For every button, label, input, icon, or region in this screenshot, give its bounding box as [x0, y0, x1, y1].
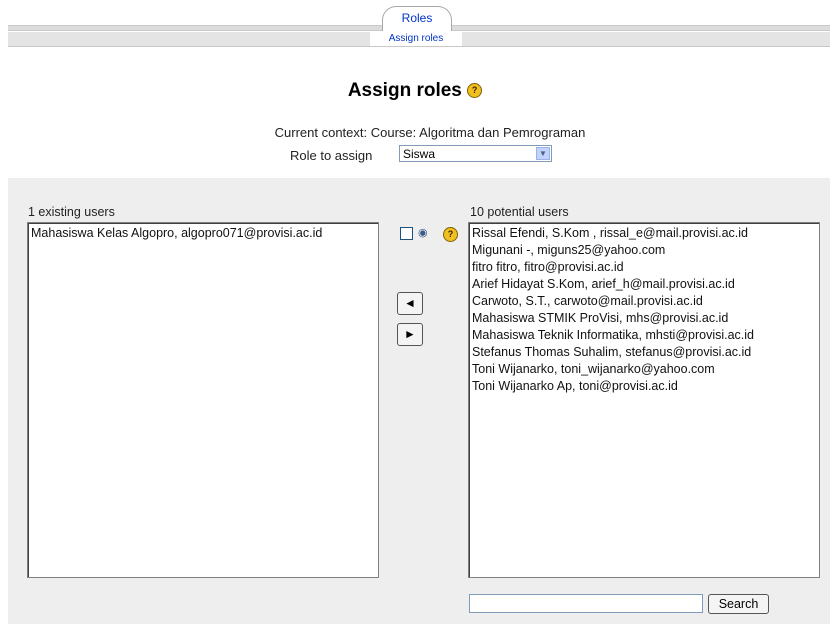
list-item[interactable]: Mahasiswa Teknik Informatika, mhsti@prov…	[472, 327, 816, 344]
potential-users-list[interactable]: Rissal Efendi, S.Kom , rissal_e@mail.pro…	[468, 222, 820, 578]
list-item[interactable]: Stefanus Thomas Suhalim, stefanus@provis…	[472, 344, 816, 361]
list-item[interactable]: Migunani -, miguns25@yahoo.com	[472, 242, 816, 259]
list-item[interactable]: fitro fitro, fitro@provisi.ac.id	[472, 259, 816, 276]
subtab-assign-roles[interactable]: Assign roles	[370, 32, 462, 46]
current-context: Current context: Course: Algoritma dan P…	[274, 125, 586, 140]
page-title-row: Assign roles ?	[0, 78, 830, 104]
show-hidden-checkbox[interactable]	[400, 227, 413, 240]
existing-users-caption: 1 existing users	[28, 205, 115, 219]
help-icon[interactable]: ?	[467, 83, 483, 99]
tab-roles[interactable]: Roles	[382, 6, 452, 31]
search-button[interactable]: Search	[708, 594, 769, 614]
page-title: Assign roles	[347, 80, 462, 101]
potential-users-caption: 10 potential users	[470, 205, 569, 219]
role-select[interactable]: Siswa ▼	[399, 145, 552, 162]
list-item[interactable]: Mahasiswa Kelas Algopro, algopro071@prov…	[31, 225, 375, 242]
role-select-value: Siswa	[403, 147, 436, 161]
existing-users-list[interactable]: Mahasiswa Kelas Algopro, algopro071@prov…	[27, 222, 379, 578]
list-item[interactable]: Mahasiswa STMIK ProVisi, mhs@provisi.ac.…	[472, 310, 816, 327]
move-left-button[interactable]: ◄	[397, 292, 423, 315]
list-item[interactable]: Toni Wijanarko Ap, toni@provisi.ac.id	[472, 378, 816, 395]
list-item[interactable]: Carwoto, S.T., carwoto@mail.provisi.ac.i…	[472, 293, 816, 310]
eye-icon: ◉	[418, 227, 428, 239]
list-item[interactable]: Rissal Efendi, S.Kom , rissal_e@mail.pro…	[472, 225, 816, 242]
move-right-button[interactable]: ►	[397, 323, 423, 346]
list-item[interactable]: Arief Hidayat S.Kom, arief_h@mail.provis…	[472, 276, 816, 293]
search-input[interactable]	[469, 594, 703, 613]
help-icon[interactable]: ?	[443, 227, 458, 242]
chevron-down-icon[interactable]: ▼	[536, 147, 550, 160]
list-item[interactable]: Toni Wijanarko, toni_wijanarko@yahoo.com	[472, 361, 816, 378]
role-to-assign-label: Role to assign	[290, 148, 373, 163]
